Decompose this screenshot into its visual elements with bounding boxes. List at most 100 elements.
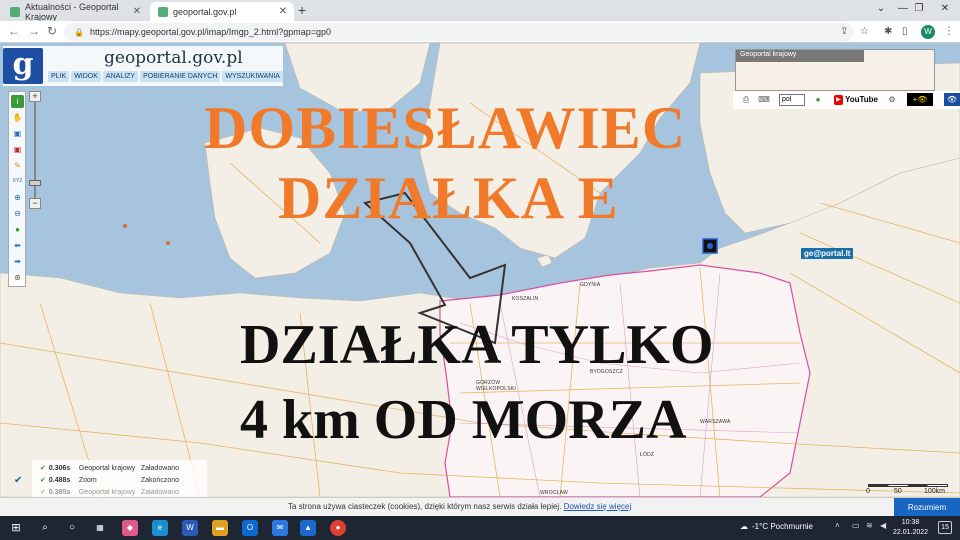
url-text: https://mapy.geoportal.gov.pl/imap/Imgp_… — [89, 27, 332, 37]
close-icon[interactable]: ✕ — [279, 6, 287, 17]
settings-icon[interactable]: ⚙ — [886, 94, 898, 106]
menu-icon[interactable]: ⋮ — [944, 26, 954, 37]
explorer-icon[interactable]: ▬ — [212, 520, 228, 536]
check-icon: ✔ — [40, 489, 46, 496]
check-icon: ✔ — [40, 477, 46, 484]
arrow-left-icon[interactable]: ⬅ — [11, 239, 24, 252]
scale-graphic — [868, 484, 948, 487]
arrow-right-icon[interactable]: ➡ — [11, 255, 24, 268]
paint-icon[interactable]: ◆ — [122, 520, 138, 536]
volume-icon[interactable]: ◀ — [880, 521, 886, 530]
task-view-icon[interactable]: ○ — [64, 520, 80, 536]
menu-pobieranie[interactable]: POBIERANIE DANYCH — [140, 71, 221, 82]
sidebar-icon[interactable]: ▯ — [902, 26, 908, 37]
coordinates-icon[interactable]: XYZ — [11, 175, 24, 188]
globe-icon[interactable]: ● — [11, 223, 24, 236]
lock-icon: 🔒 — [74, 27, 84, 37]
windows-start-icon[interactable]: ⊞ — [8, 520, 24, 536]
url-input[interactable]: 🔒 https://mapy.geoportal.gov.pl/imap/Img… — [64, 23, 854, 41]
chevron-up-icon[interactable]: ˄ — [835, 521, 840, 530]
select-icon[interactable]: ▣ — [11, 127, 24, 140]
status-row: ✔ 0.488s Zoom Zakończono — [40, 476, 180, 485]
weather-widget[interactable]: ☁ -1°C Pochmurnie — [740, 522, 813, 531]
tab-geoportal[interactable]: geoportal.gov.pl ✕ — [150, 2, 294, 21]
pencil-icon[interactable]: ✎ — [11, 159, 24, 172]
share-icon[interactable]: ⇪ — [840, 26, 848, 37]
language-select[interactable]: pol — [779, 94, 805, 106]
status-check-icon[interactable]: ✔ — [14, 475, 22, 486]
headline-dzialka-tylko: DZIAŁKA TYLKO — [240, 314, 714, 376]
menu-wyszukiwania[interactable]: WYSZUKIWANIA — [222, 71, 283, 82]
city-label: GDYNIA — [580, 282, 601, 288]
headline-od-morza: 4 km OD MORZA — [240, 389, 687, 451]
notification-icon[interactable]: 15 — [938, 521, 952, 534]
youtube-link[interactable]: ▶ YouTube — [834, 93, 878, 106]
help-globe-icon[interactable]: ● — [812, 94, 824, 106]
youtube-play-icon: ▶ — [834, 94, 843, 105]
accessibility-eye-icon[interactable]: 👁 — [944, 93, 960, 106]
wifi-icon[interactable]: ≋ — [866, 521, 873, 530]
status-row: ✔ 0.385s Geoportal krajowy Załadowano — [40, 488, 180, 497]
pan-hand-icon[interactable]: ✋ — [11, 111, 24, 124]
zoom-slider[interactable]: + − — [29, 91, 41, 209]
info-icon[interactable]: i — [11, 95, 24, 108]
new-tab-icon[interactable]: + — [298, 2, 306, 18]
zoom-out-icon[interactable]: ⊖ — [11, 207, 24, 220]
search-icon[interactable]: ⌕ — [37, 520, 53, 536]
network-icon[interactable]: ▭ — [852, 521, 860, 530]
tab-aktualnosci[interactable]: Aktualności - Geoportal Krajowy ✕ — [2, 1, 148, 22]
tab-label: geoportal.gov.pl — [173, 6, 237, 17]
zoom-handle[interactable] — [29, 180, 41, 186]
reload-icon[interactable]: ↻ — [47, 24, 57, 38]
print-icon[interactable]: ⎙ — [740, 94, 752, 106]
scale-bar: 0 50 100km — [866, 481, 958, 497]
close-icon[interactable]: ✕ — [133, 6, 141, 17]
word-icon[interactable]: W — [182, 520, 198, 536]
geoportal-favicon-icon — [10, 6, 20, 17]
photos-icon[interactable]: ▲ — [300, 520, 316, 536]
compass-icon[interactable]: ⊛ — [11, 271, 24, 284]
avatar[interactable]: W — [921, 25, 935, 39]
status-row: ✔ 0.306s Geoportal krajowy Załadowano — [40, 464, 180, 473]
overview-minimap[interactable]: Geoportal krajowy — [735, 49, 935, 91]
check-icon: ✔ — [40, 465, 46, 472]
zoom-plus-icon[interactable]: + — [29, 91, 41, 102]
menu-analizy[interactable]: ANALIZY — [102, 71, 139, 82]
address-bar: ← → ↻ 🔒 https://mapy.geoportal.gov.pl/im… — [0, 21, 960, 43]
geoportal-lt-link[interactable]: ge@portal.lt — [801, 248, 854, 259]
geoportal-favicon-icon — [158, 6, 168, 17]
keyboard-icon[interactable]: ⌨ — [758, 94, 770, 106]
menu-plik[interactable]: PLIK — [48, 71, 70, 82]
zoom-in-icon[interactable]: ⊕ — [11, 191, 24, 204]
contrast-eye-icon[interactable]: +👁 — [907, 93, 933, 106]
extensions-icon[interactable]: ✱ — [884, 26, 892, 37]
cookie-message: Ta strona używa ciasteczek (cookies), dz… — [288, 502, 632, 511]
menu-widok[interactable]: WIDOK — [71, 71, 101, 82]
select-remove-icon[interactable]: ▣ — [11, 143, 24, 156]
cloud-icon: ☁ — [740, 522, 748, 531]
browser-tab-bar: Aktualności - Geoportal Krajowy ✕ geopor… — [0, 0, 960, 22]
cookie-more-link[interactable]: Dowiedz się więcej — [564, 502, 632, 511]
zoom-minus-icon[interactable]: − — [29, 198, 41, 209]
city-label: KOSZALIN — [512, 296, 539, 302]
back-icon[interactable]: ← — [8, 24, 20, 38]
edge-icon[interactable]: e — [152, 520, 168, 536]
city-label: ŁÓDŹ — [640, 452, 655, 458]
close-window-icon[interactable]: ✕ — [930, 3, 960, 14]
cookie-accept-button[interactable]: Rozumiem — [894, 498, 960, 517]
tab-label: Aktualności - Geoportal Krajowy — [25, 1, 119, 22]
widgets-icon[interactable]: ▦ — [92, 520, 108, 536]
city-label: WROCŁAW — [540, 490, 568, 496]
city-label: WARSZAWA — [700, 419, 731, 425]
mail-icon[interactable]: ✉ — [272, 520, 288, 536]
clock[interactable]: 10:38 22.01.2022 — [893, 518, 928, 538]
geoportal-title: geoportal.gov.pl — [104, 48, 243, 68]
chrome-icon[interactable]: ● — [330, 520, 346, 536]
star-icon[interactable]: ☆ — [860, 26, 869, 37]
status-log: ✔ 0.306s Geoportal krajowy Załadowano ✔ … — [32, 460, 207, 500]
map-toolbar: i ✋ ▣ ▣ ✎ XYZ ⊕ ⊖ ● ⬅ ➡ ⊛ — [8, 91, 26, 287]
forward-icon[interactable]: → — [28, 24, 40, 38]
taskbar: ⊞ ⌕ ○ ▦ ◆ e W ▬ O ✉ ▲ ● — [0, 516, 960, 540]
geoportal-logo[interactable]: g — [3, 48, 43, 84]
outlook-icon[interactable]: O — [242, 520, 258, 536]
